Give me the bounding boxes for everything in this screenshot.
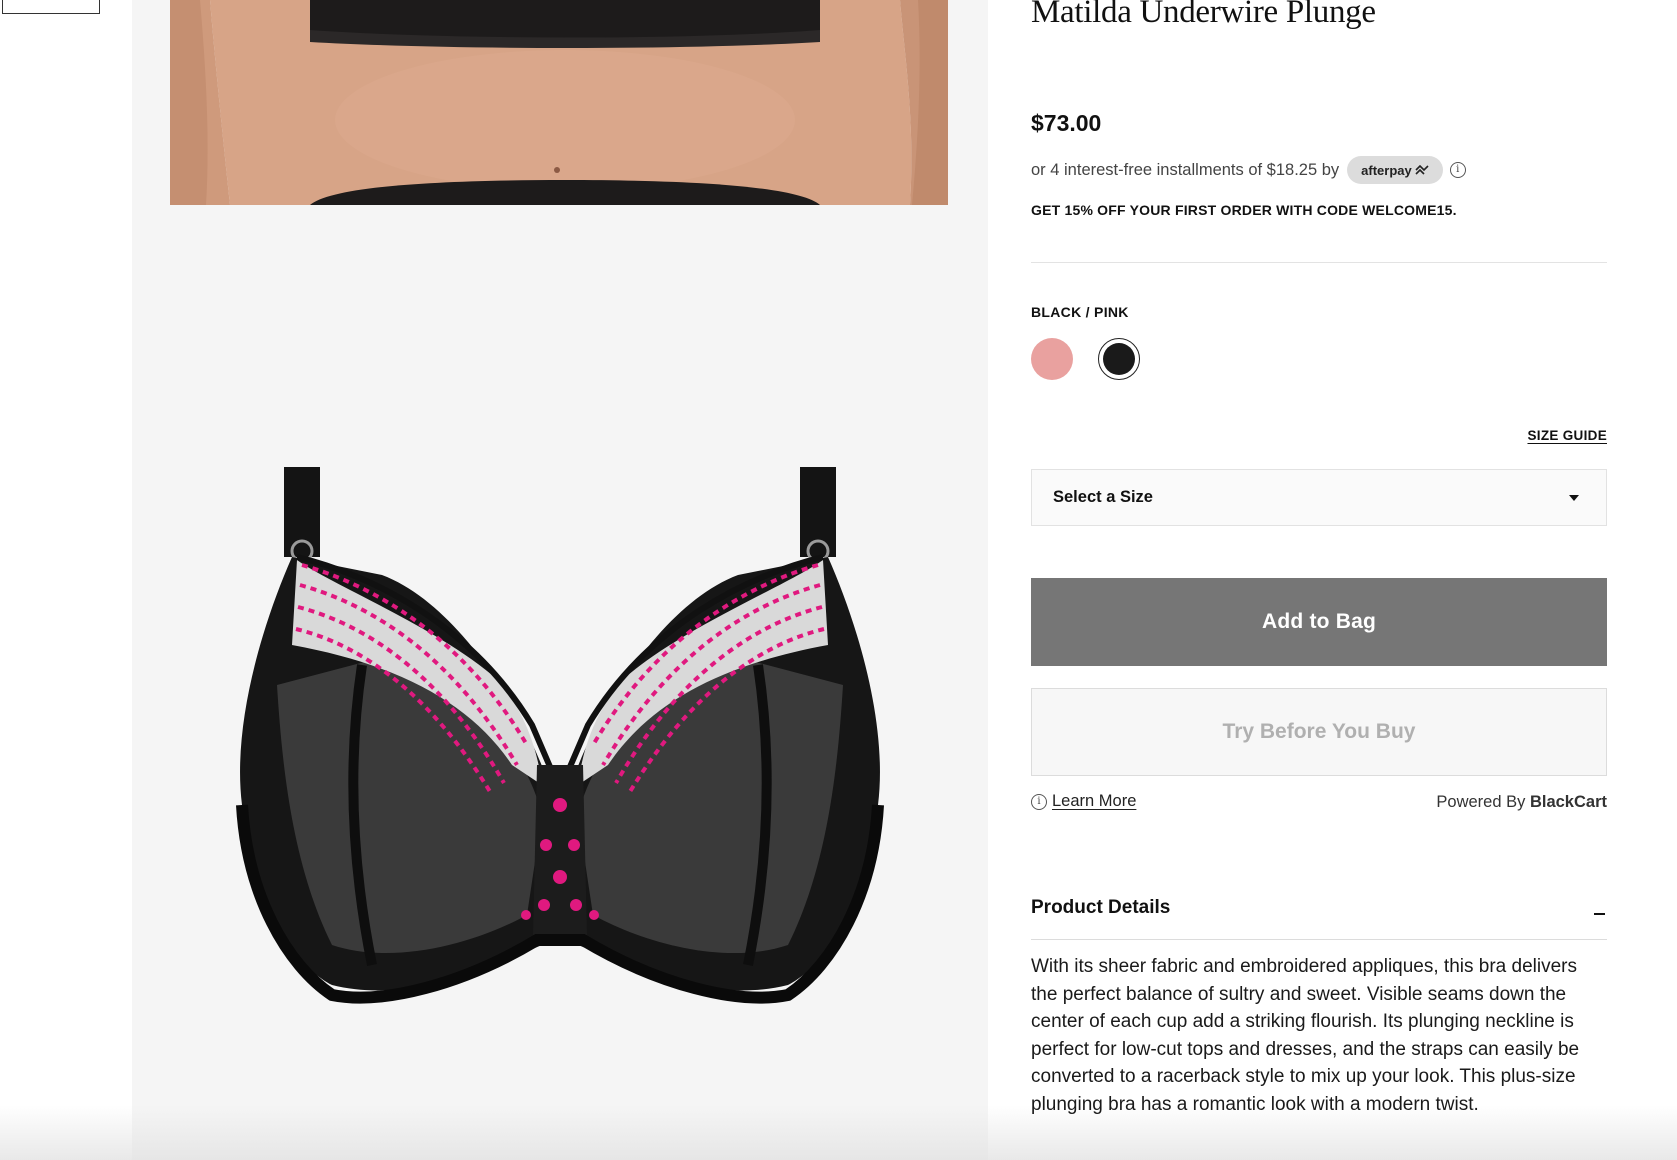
product-title: Matilda Underwire Plunge: [1031, 0, 1376, 30]
section-divider: [1031, 262, 1607, 263]
product-details-toggle[interactable]: Product Details: [1031, 897, 1607, 940]
gallery-thumbnail[interactable]: [2, 0, 100, 14]
installments-text: or 4 interest-free installments of $18.2…: [1031, 160, 1340, 179]
info-icon: i: [1031, 793, 1047, 810]
product-details-text: With its sheer fabric and embroidered ap…: [1031, 956, 1580, 1115]
size-guide-link[interactable]: SIZE GUIDE: [1527, 428, 1607, 443]
promo-banner: GET 15% OFF YOUR FIRST ORDER WITH CODE W…: [1031, 202, 1457, 218]
product-price: $73.00: [1031, 110, 1102, 136]
product-gallery: [132, 0, 988, 1160]
product-details-heading: Product Details: [1031, 897, 1171, 918]
color-swatch-pink[interactable]: [1031, 338, 1073, 380]
afterpay-logo[interactable]: afterpay: [1347, 156, 1443, 184]
size-select-dropdown[interactable]: Select a Size: [1031, 469, 1607, 526]
learn-more-row: i Learn More: [1031, 792, 1136, 811]
caret-down-icon: [1569, 494, 1579, 501]
model-photo[interactable]: [170, 0, 948, 205]
add-to-bag-button[interactable]: Add to Bag: [1031, 578, 1607, 666]
product-photo[interactable]: [132, 205, 988, 1160]
bra-product-image: [132, 205, 988, 1160]
collapse-minus-icon: [1594, 913, 1605, 915]
powered-by-text: Powered By BlackCart: [1436, 793, 1607, 812]
afterpay-arrows-icon: [1415, 165, 1429, 175]
afterpay-label: afterpay: [1361, 162, 1412, 178]
try-before-you-buy-button[interactable]: Try Before You Buy: [1031, 688, 1607, 776]
model-torso-image: [170, 0, 948, 205]
installments-row: or 4 interest-free installments of $18.2…: [1031, 156, 1466, 184]
powered-by-prefix: Powered By: [1436, 793, 1530, 811]
size-select-label: Select a Size: [1053, 488, 1153, 506]
learn-more-link[interactable]: Learn More: [1052, 792, 1136, 811]
color-swatch-black[interactable]: [1098, 338, 1140, 380]
info-icon[interactable]: i: [1449, 162, 1466, 178]
selected-color-label: BLACK / PINK: [1031, 304, 1129, 320]
powered-by-brand: BlackCart: [1529, 793, 1607, 811]
product-page: Matilda Underwire Plunge $73.00 or 4 int…: [0, 0, 1677, 1160]
